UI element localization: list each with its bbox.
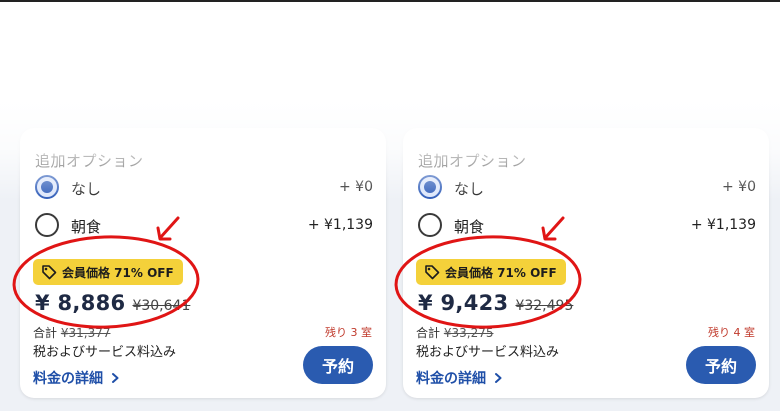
- radio-none[interactable]: [35, 175, 59, 199]
- radio-none[interactable]: [418, 175, 442, 199]
- total-value: ¥33,275: [443, 326, 494, 340]
- original-price: ¥32,495: [515, 298, 574, 314]
- total-label: 合計: [416, 326, 441, 340]
- original-price: ¥30,641: [132, 298, 191, 314]
- current-price: ¥ 8,886: [35, 291, 126, 315]
- current-price: ¥ 9,423: [418, 291, 509, 315]
- total-label: 合計: [33, 326, 58, 340]
- price-tag-icon: [42, 265, 57, 280]
- option-label: 朝食: [71, 218, 102, 236]
- total-price: 合計 ¥33,275: [416, 324, 493, 341]
- option-none[interactable]: なし + ¥0: [35, 175, 373, 201]
- option-breakfast[interactable]: 朝食 + ¥1,139: [35, 213, 373, 239]
- option-price: + ¥1,139: [307, 217, 373, 233]
- radio-breakfast[interactable]: [418, 213, 442, 237]
- option-label: なし: [454, 180, 485, 198]
- member-price-badge: 会員価格 71% OFF: [416, 259, 566, 285]
- option-label: なし: [71, 180, 102, 198]
- tax-note: 税およびサービス料込み: [416, 345, 560, 360]
- radio-breakfast[interactable]: [35, 213, 59, 237]
- badge-text: 会員価格 71% OFF: [445, 265, 557, 280]
- price-tag-icon: [425, 265, 440, 280]
- rooms-left: 残り 4 室: [708, 326, 755, 339]
- member-price-badge: 会員価格 71% OFF: [33, 259, 183, 285]
- price-row: ¥ 9,423 ¥32,495: [418, 291, 573, 321]
- rate-card: 追加オプション なし + ¥0 朝食 + ¥1,139 会員価格 71% OFF…: [20, 128, 386, 398]
- top-border: [0, 0, 780, 2]
- option-none[interactable]: なし + ¥0: [418, 175, 756, 201]
- rate-card: 追加オプション なし + ¥0 朝食 + ¥1,139 会員価格 71% OFF…: [403, 128, 769, 398]
- options-title: 追加オプション: [418, 152, 527, 170]
- details-link-label: 料金の詳細: [416, 371, 486, 387]
- option-price: + ¥1,139: [690, 217, 756, 233]
- chevron-right-icon: [495, 373, 502, 383]
- option-breakfast[interactable]: 朝食 + ¥1,139: [418, 213, 756, 239]
- tax-note: 税およびサービス料込み: [33, 345, 177, 360]
- price-row: ¥ 8,886 ¥30,641: [35, 291, 190, 321]
- chevron-right-icon: [112, 373, 119, 383]
- price-details-link[interactable]: 料金の詳細: [416, 368, 504, 388]
- rooms-left: 残り 3 室: [325, 326, 372, 339]
- option-price: + ¥0: [722, 179, 756, 195]
- book-button[interactable]: 予約: [686, 346, 756, 384]
- option-price: + ¥0: [339, 179, 373, 195]
- options-title: 追加オプション: [35, 152, 144, 170]
- price-details-link[interactable]: 料金の詳細: [33, 368, 121, 388]
- total-price: 合計 ¥31,377: [33, 324, 110, 341]
- book-button[interactable]: 予約: [303, 346, 373, 384]
- details-link-label: 料金の詳細: [33, 371, 103, 387]
- option-label: 朝食: [454, 218, 485, 236]
- badge-text: 会員価格 71% OFF: [62, 265, 174, 280]
- total-value: ¥31,377: [60, 326, 111, 340]
